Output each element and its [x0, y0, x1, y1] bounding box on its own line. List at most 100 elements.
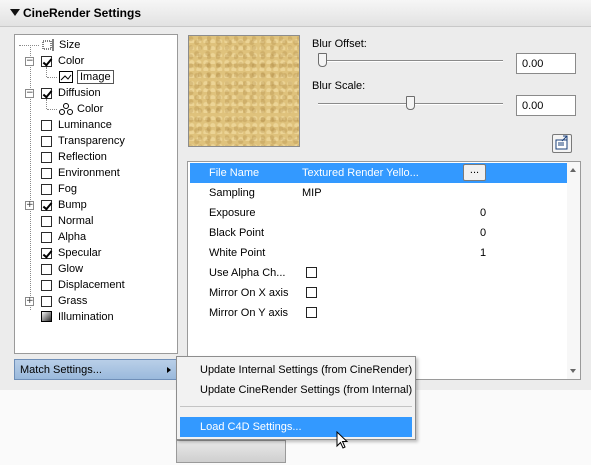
- tree-item-alpha[interactable]: Alpha: [41, 229, 86, 245]
- blur-scale-field[interactable]: 0.00: [516, 95, 576, 116]
- tree-item-label: Normal: [58, 215, 94, 227]
- tree-item-label: Grass: [58, 295, 88, 307]
- mouse-cursor-icon: [336, 431, 349, 449]
- match-settings-label: Match Settings...: [20, 363, 102, 376]
- expander-plus-icon[interactable]: +: [25, 201, 34, 210]
- illumination-icon: [41, 311, 52, 323]
- bump-checkbox[interactable]: [41, 199, 52, 211]
- diffusion-checkbox[interactable]: [41, 87, 52, 99]
- grass-checkbox[interactable]: [41, 295, 52, 307]
- prop-row-white-point[interactable]: White Point 1: [190, 243, 568, 263]
- tree-item-label: Alpha: [58, 231, 87, 243]
- tree-item-fog[interactable]: Fog: [41, 181, 77, 197]
- cinerender-settings-panel: CineRender Settings Size − Color Image −…: [0, 0, 591, 465]
- use-alpha-checkbox[interactable]: [306, 267, 317, 278]
- tree-item-label: Diffusion: [58, 87, 101, 99]
- prop-name: Mirror On X axis: [209, 287, 289, 299]
- export-icon: [555, 135, 568, 150]
- tree-item-transparency[interactable]: Transparency: [41, 133, 125, 149]
- menu-item-update-cinerender[interactable]: Update CineRender Settings (from Interna…: [180, 380, 412, 400]
- prop-value: 0: [480, 227, 487, 239]
- tree-item-normal[interactable]: Normal: [41, 213, 93, 229]
- tree-item-grass[interactable]: Grass: [41, 293, 87, 309]
- image-icon: [59, 71, 73, 83]
- tree-item-size[interactable]: Size: [19, 37, 80, 53]
- prop-name: Sampling: [209, 187, 255, 199]
- submenu-arrow-icon: [167, 367, 171, 373]
- prop-row-sampling[interactable]: Sampling MIP: [190, 183, 568, 203]
- menu-item-update-internal[interactable]: Update Internal Settings (from CineRende…: [180, 360, 412, 380]
- prop-name: File Name: [209, 167, 260, 179]
- match-settings-menu: Update Internal Settings (from CineRende…: [176, 356, 416, 440]
- prop-row-use-alpha[interactable]: Use Alpha Ch...: [190, 263, 568, 283]
- collapse-triangle-icon[interactable]: [10, 9, 20, 16]
- tree-item-luminance[interactable]: Luminance: [41, 117, 112, 133]
- color-checkbox[interactable]: [41, 55, 52, 67]
- alpha-checkbox[interactable]: [41, 231, 52, 243]
- tree-item-glow[interactable]: Glow: [41, 261, 83, 277]
- tree-item-label: Color: [58, 55, 85, 67]
- property-table: File Name Textured Render Yello... ... S…: [187, 161, 581, 380]
- expander-minus-icon[interactable]: −: [25, 57, 34, 66]
- fog-checkbox[interactable]: [41, 183, 52, 195]
- mirror-y-checkbox[interactable]: [306, 307, 317, 318]
- tree-item-environment[interactable]: Environment: [41, 165, 120, 181]
- tree-item-bump[interactable]: Bump: [41, 197, 87, 213]
- blur-offset-slider[interactable]: [318, 53, 327, 67]
- tree-item-diffusion-color[interactable]: Color: [47, 101, 103, 117]
- export-settings-button[interactable]: [552, 134, 572, 153]
- menu-item-load-c4d[interactable]: Load C4D Settings...: [180, 417, 412, 437]
- blur-offset-label: Blur Offset:: [312, 38, 367, 50]
- tree-item-diffusion[interactable]: Diffusion: [41, 85, 101, 101]
- tree-item-reflection[interactable]: Reflection: [41, 149, 107, 165]
- blur-scale-label: Blur Scale:: [312, 80, 366, 92]
- tree-item-label: Image: [77, 70, 114, 84]
- reflection-checkbox[interactable]: [41, 151, 52, 163]
- tree-item-label: Fog: [58, 183, 77, 195]
- panel-header[interactable]: CineRender Settings: [0, 0, 591, 27]
- tree-item-label: Specular: [58, 247, 102, 259]
- property-scrollbar[interactable]: [567, 162, 580, 379]
- prop-row-mirror-y[interactable]: Mirror On Y axis: [190, 303, 568, 323]
- blur-offset-field[interactable]: 0.00: [516, 53, 576, 74]
- texture-preview: [188, 35, 300, 147]
- blur-offset-track[interactable]: [318, 60, 503, 62]
- scroll-down-icon[interactable]: [570, 369, 576, 373]
- browse-file-button[interactable]: ...: [463, 164, 486, 181]
- blur-scale-slider[interactable]: [406, 96, 415, 110]
- tree-item-image[interactable]: Image: [47, 69, 114, 85]
- match-settings-button[interactable]: Match Settings...: [14, 359, 178, 380]
- tree-item-color[interactable]: Color: [41, 53, 84, 69]
- prop-value: MIP: [302, 187, 322, 199]
- specular-checkbox[interactable]: [41, 247, 52, 259]
- tree-item-illumination[interactable]: Illumination: [41, 309, 114, 325]
- luminance-checkbox[interactable]: [41, 119, 52, 131]
- hidden-button[interactable]: [176, 440, 286, 463]
- normal-checkbox[interactable]: [41, 215, 52, 227]
- mirror-x-checkbox[interactable]: [306, 287, 317, 298]
- tree-item-label: Transparency: [58, 135, 125, 147]
- channel-tree: Size − Color Image − Diffusion Color Lum…: [14, 34, 178, 354]
- transparency-checkbox[interactable]: [41, 135, 52, 147]
- prop-name: White Point: [209, 247, 266, 259]
- tree-item-specular[interactable]: Specular: [41, 245, 101, 261]
- panel-title: CineRender Settings: [23, 6, 142, 20]
- tree-connector: [47, 108, 57, 110]
- displacement-checkbox[interactable]: [41, 279, 52, 291]
- prop-row-mirror-x[interactable]: Mirror On X axis: [190, 283, 568, 303]
- tree-item-label: Reflection: [58, 151, 107, 163]
- expander-plus-icon[interactable]: +: [25, 297, 34, 306]
- prop-value: Textured Render Yello...: [302, 167, 419, 179]
- size-icon: [41, 39, 55, 51]
- scroll-up-icon[interactable]: [570, 168, 576, 172]
- prop-row-exposure[interactable]: Exposure 0: [190, 203, 568, 223]
- environment-checkbox[interactable]: [41, 167, 52, 179]
- tree-item-label: Color: [77, 103, 104, 115]
- expander-minus-icon[interactable]: −: [25, 89, 34, 98]
- prop-name: Exposure: [209, 207, 256, 219]
- tree-item-label: Displacement: [58, 279, 125, 291]
- prop-row-black-point[interactable]: Black Point 0: [190, 223, 568, 243]
- glow-checkbox[interactable]: [41, 263, 52, 275]
- tree-item-displacement[interactable]: Displacement: [41, 277, 125, 293]
- prop-row-file-name[interactable]: File Name Textured Render Yello... ...: [190, 163, 568, 183]
